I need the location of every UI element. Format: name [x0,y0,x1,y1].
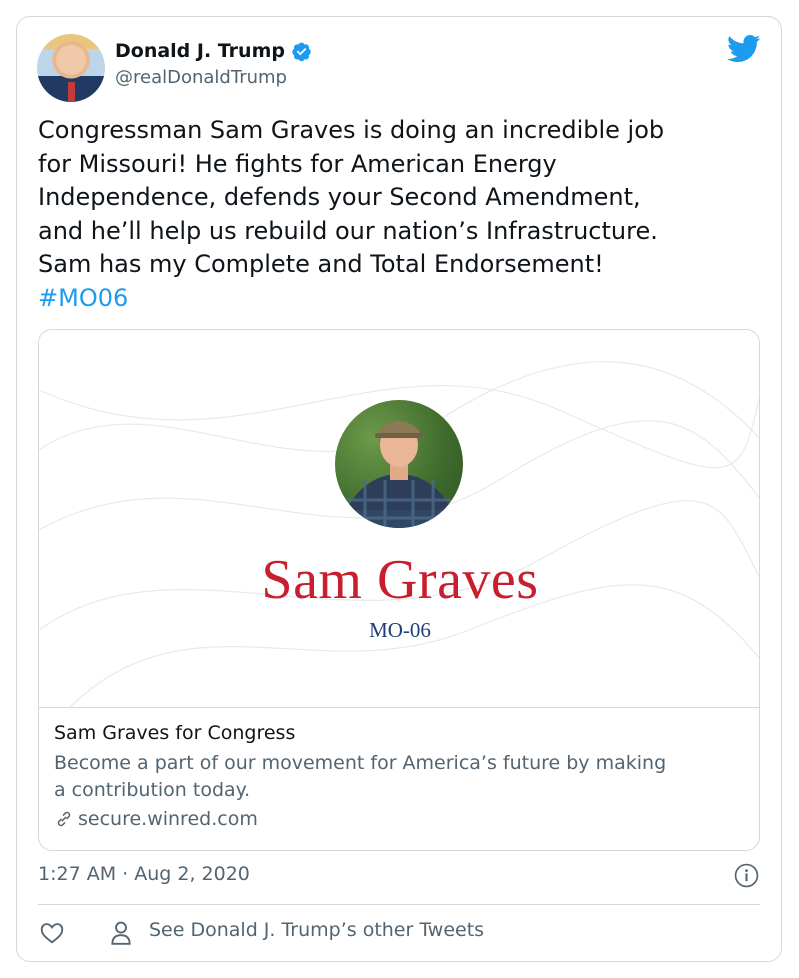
hashtag-link[interactable]: #MO06 [38,284,128,312]
divider [38,904,760,905]
tweet-actions: See Donald J. Trump’s other Tweets [38,919,760,949]
person-icon [111,921,131,945]
author-info: Donald J. Trump @realDonaldTrump [115,40,312,88]
author-avatar[interactable] [37,34,105,102]
tweet-timestamp[interactable]: 1:27 AM · Aug 2, 2020 [38,863,250,885]
tweet-body: Congressman Sam Graves is doing an incre… [38,116,665,278]
link-card[interactable]: Sam Graves MO-06 Sam Graves for Congress… [38,329,760,851]
heart-icon[interactable] [38,920,66,946]
tweet-embed: Donald J. Trump @realDonaldTrump Congres… [16,16,782,962]
tweet-text: Congressman Sam Graves is doing an incre… [38,114,758,315]
candidate-photo [335,400,463,528]
twitter-bird-icon[interactable] [727,34,761,64]
author-handle[interactable]: @realDonaldTrump [115,67,312,88]
author-name-row: Donald J. Trump [115,40,312,62]
candidate-portrait-graphic [341,421,457,528]
card-info[interactable]: Sam Graves for Congress Become a part of… [54,722,744,830]
author-display-name[interactable]: Donald J. Trump [115,40,285,62]
card-image-subtitle: MO-06 [369,618,431,642]
info-icon[interactable] [734,863,759,888]
card-link[interactable]: secure.winred.com [54,808,744,830]
card-link-text: secure.winred.com [78,808,258,830]
verified-badge-icon [292,42,311,61]
card-image-title: Sam Graves [261,549,539,611]
avatar-tie [68,82,75,102]
card-image[interactable]: Sam Graves MO-06 [39,330,759,708]
card-title: Sam Graves for Congress [54,722,296,744]
link-icon [57,811,71,827]
other-tweets-link[interactable]: See Donald J. Trump’s other Tweets [149,919,484,941]
card-description: Become a part of our movement for Americ… [54,752,667,801]
